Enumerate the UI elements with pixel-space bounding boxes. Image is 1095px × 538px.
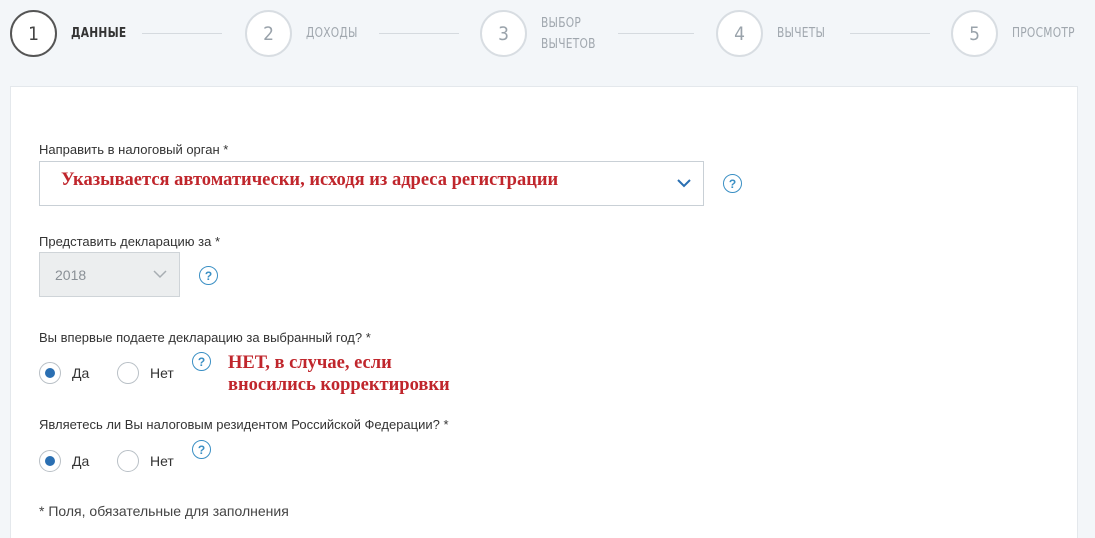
question-circle-icon[interactable]: ? [199, 266, 218, 285]
step-label: ДАННЫЕ [71, 26, 127, 41]
tax-authority-label: Направить в налоговый орган * [39, 142, 229, 157]
step-label: ПРОСМОТР [1012, 26, 1075, 41]
first-time-label: Вы впервые подаете декларацию за выбранн… [39, 330, 371, 345]
step-1-data[interactable]: 1 ДАННЫЕ [10, 10, 139, 57]
step-connector [850, 33, 930, 34]
step-3-choose-deductions[interactable]: 3 ВЫБОР ВЫЧЕТОВ [480, 10, 608, 57]
step-label: ВЫБОР ВЫЧЕТОВ [541, 13, 596, 55]
step-number: 4 [716, 10, 763, 57]
step-label: ВЫЧЕТЫ [777, 26, 826, 41]
step-number: 1 [10, 10, 57, 57]
year-label: Представить декларацию за * [39, 234, 221, 249]
first-time-no-radio[interactable]: Нет [117, 362, 174, 384]
radio-label: Нет [150, 453, 174, 469]
annotation-line2: вносились корректировки [228, 375, 450, 395]
step-5-review[interactable]: 5 ПРОСМОТР [951, 10, 1089, 57]
required-fields-note: * Поля, обязательные для заполнения [39, 503, 289, 519]
resident-label: Являетесь ли Вы налоговым резидентом Рос… [39, 417, 449, 432]
step-number: 2 [245, 10, 292, 57]
radio-dot [39, 362, 61, 384]
question-circle-icon[interactable]: ? [192, 440, 211, 459]
step-2-income[interactable]: 2 ДОХОДЫ [245, 10, 369, 57]
tax-authority-annotation: Указывается автоматически, исходя из адр… [61, 170, 559, 190]
step-label-line1: ВЫБОР [541, 15, 582, 31]
first-time-yes-radio[interactable]: Да [39, 362, 89, 384]
step-connector [142, 33, 222, 34]
resident-no-radio[interactable]: Нет [117, 450, 174, 472]
question-circle-icon[interactable]: ? [192, 352, 211, 371]
radio-label: Да [72, 365, 90, 381]
radio-label: Да [72, 453, 90, 469]
radio-dot [39, 450, 61, 472]
annotation-line1: НЕТ, в случае, если [228, 353, 392, 373]
chevron-down-icon [153, 270, 167, 279]
radio-dot [117, 450, 139, 472]
first-time-annotation: НЕТ, в случае, если вносились корректиро… [228, 352, 450, 396]
step-4-deductions[interactable]: 4 ВЫЧЕТЫ [716, 10, 836, 57]
step-number: 5 [951, 10, 998, 57]
question-circle-icon[interactable]: ? [723, 174, 742, 193]
year-select: 2018 [39, 252, 180, 297]
step-number: 3 [480, 10, 527, 57]
radio-label: Нет [150, 365, 174, 381]
chevron-down-icon [677, 179, 691, 188]
step-connector [379, 33, 459, 34]
radio-dot [117, 362, 139, 384]
step-label-line2: ВЫЧЕТОВ [541, 36, 596, 52]
step-label: ДОХОДЫ [306, 26, 358, 41]
resident-yes-radio[interactable]: Да [39, 450, 89, 472]
wizard-stepper: 1 ДАННЫЕ 2 ДОХОДЫ 3 ВЫБОР ВЫЧЕТОВ 4 ВЫЧЕ… [0, 0, 1095, 68]
year-value: 2018 [55, 267, 87, 283]
step-connector [618, 33, 694, 34]
